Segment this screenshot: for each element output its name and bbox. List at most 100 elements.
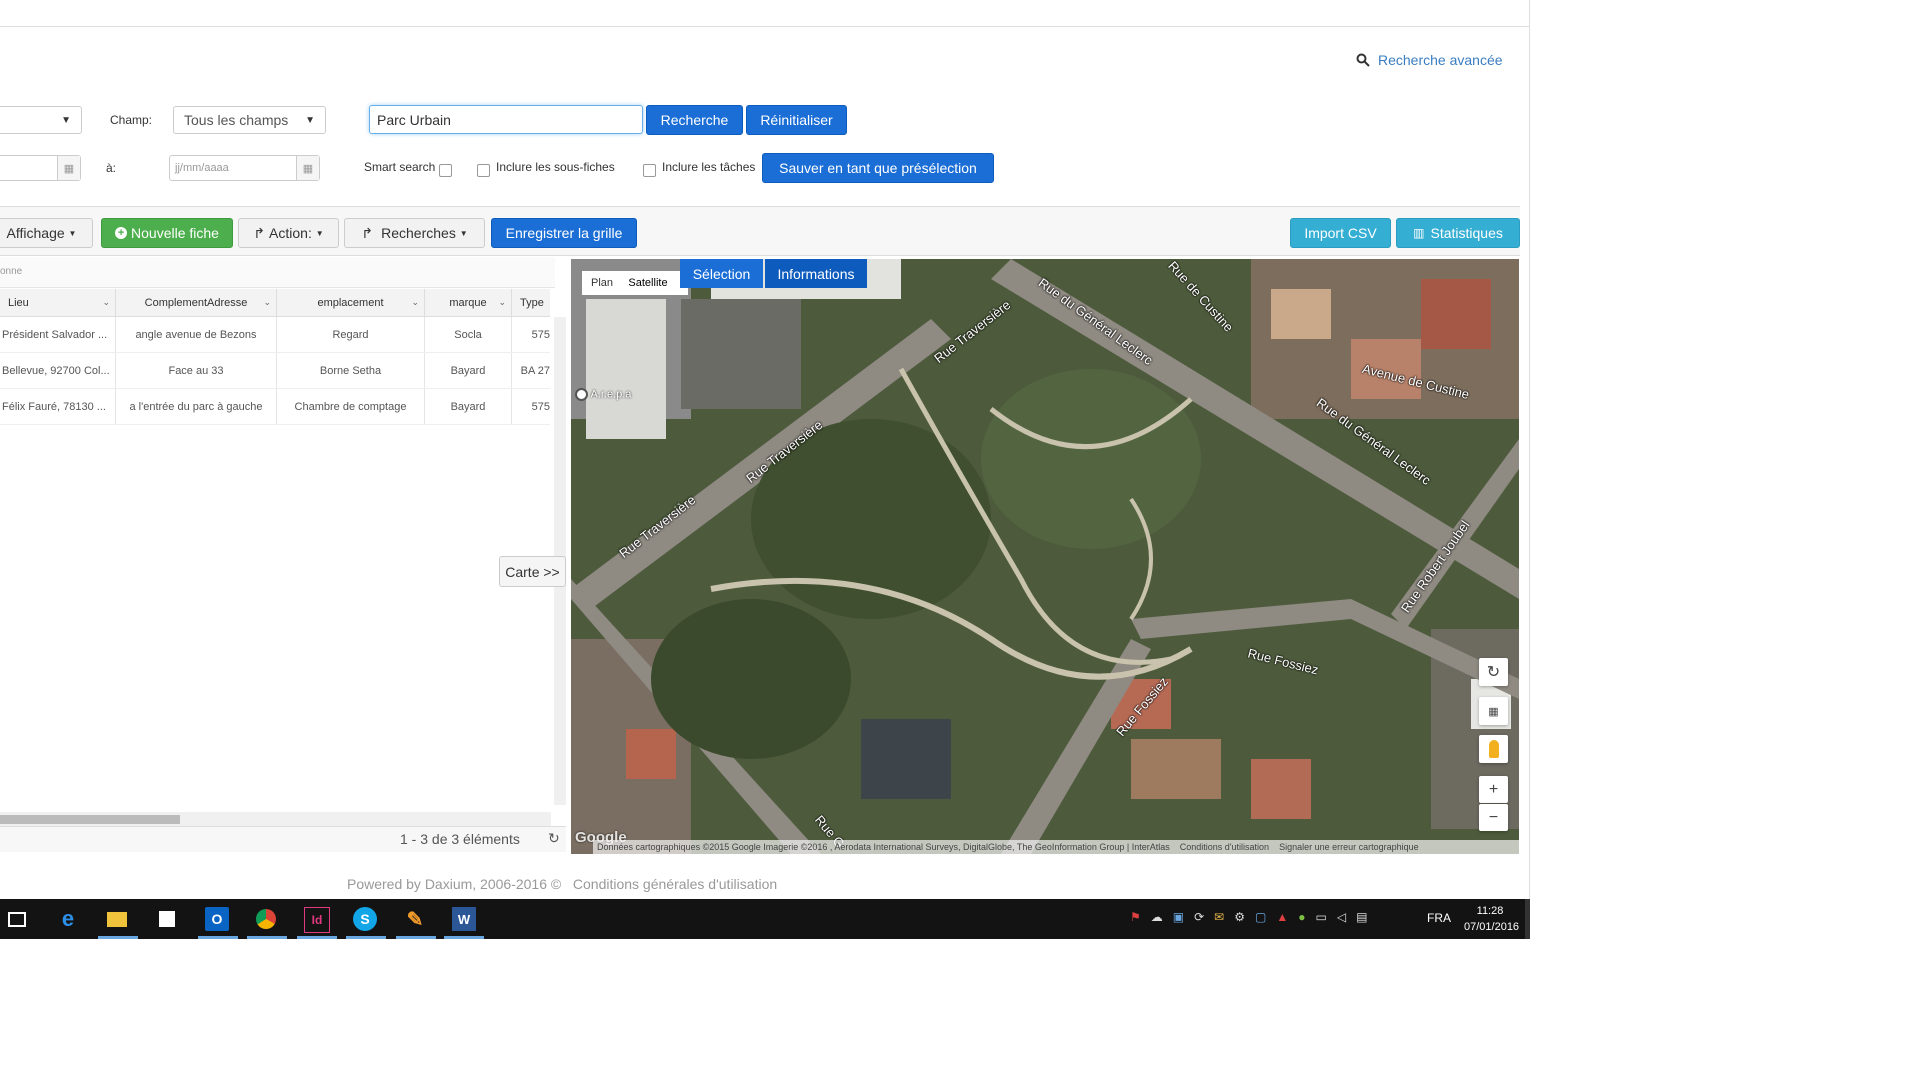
active-indicator (98, 936, 138, 939)
include-subforms-checkbox[interactable] (477, 164, 490, 177)
edge-icon[interactable]: e (56, 906, 80, 931)
sync-icon[interactable]: ⟳ (1194, 910, 1204, 924)
map-view[interactable]: Plan Satellite Sélection Informations A.… (571, 259, 1519, 854)
file-explorer-icon[interactable] (105, 907, 129, 931)
map-type-satellite[interactable]: Satellite (622, 271, 674, 295)
save-grid-button[interactable]: Enregistrer la grille (491, 218, 637, 248)
rotate-icon[interactable]: ↻ (1479, 658, 1508, 686)
chrome-icon[interactable] (254, 907, 278, 931)
import-csv-button[interactable]: Import CSV (1290, 218, 1391, 248)
acrobat-icon[interactable]: ▲ (1276, 910, 1288, 924)
refresh-icon[interactable]: ↻ (548, 830, 560, 847)
searches-menu-button[interactable]: ↱ Recherches ▼ (344, 218, 485, 248)
map-toggle-button[interactable]: Carte >> (499, 556, 566, 587)
smart-search-checkbox[interactable] (439, 164, 452, 177)
chevron-down-icon[interactable]: ⌄ (102, 297, 110, 308)
system-tray: ⚑ ☁ ▣ ⟳ ✉ ⚙ ▢ ▲ ● ▭ ◁ ▤ (1130, 910, 1367, 924)
tilt-icon[interactable]: ▦ (1479, 697, 1508, 725)
advanced-search-link[interactable]: Recherche avancée (1356, 52, 1503, 68)
caret-down-icon: ▼ (315, 228, 324, 238)
cell-emplacement: Chambre de comptage (277, 389, 425, 424)
action-label: Action: (269, 225, 312, 241)
cell-lieu: Bellevue, 92700 Col... (0, 353, 116, 388)
col-header-marque[interactable]: marque ⌄ (425, 289, 512, 316)
tray-flag-icon[interactable]: ⚑ (1130, 910, 1141, 924)
paint-icon[interactable]: ✎ (403, 907, 427, 931)
tray-leaf-icon[interactable]: ● (1298, 910, 1305, 924)
zoom-out-icon[interactable]: − (1479, 804, 1508, 831)
col-header-lieu[interactable]: Lieu ⌄ (0, 289, 116, 316)
notification-icon[interactable]: ▤ (1356, 910, 1367, 924)
date-from-field[interactable]: ▦ (0, 155, 81, 181)
calendar-icon[interactable]: ▦ (57, 156, 80, 180)
show-desktop-button[interactable] (1525, 899, 1530, 939)
cell-marque: Bayard (425, 389, 512, 424)
reset-button[interactable]: Réinitialiser (746, 105, 847, 135)
date-to-field[interactable]: jj/mm/aaaa ▦ (169, 155, 320, 181)
top-navbar (0, 0, 1530, 27)
date-to-label: à: (106, 161, 117, 175)
chevron-down-icon[interactable]: ⌄ (263, 297, 271, 308)
tray-tool-icon[interactable]: ⚙ (1234, 910, 1245, 924)
map-report-link[interactable]: Signaler une erreur cartographique (1279, 842, 1419, 852)
footer-terms-link[interactable]: Conditions générales d'utilisation (573, 876, 777, 892)
active-indicator (198, 936, 238, 939)
col-header-complement[interactable]: ComplementAdresse ⌄ (116, 289, 277, 316)
champ-value: Tous les champs (184, 112, 289, 128)
search-button[interactable]: Recherche (646, 105, 743, 135)
display-menu-button[interactable]: Affichage ▼ (0, 218, 93, 248)
mail-icon[interactable]: ✉ (1214, 910, 1224, 924)
skype-icon[interactable]: S (353, 907, 377, 931)
map-type-plan[interactable]: Plan (582, 271, 622, 295)
taskbar-clock[interactable]: 11:28 07/01/2016 (1464, 903, 1519, 935)
filter-select-left[interactable]: ▼ (0, 106, 82, 134)
map-terms-link[interactable]: Conditions d'utilisation (1180, 842, 1269, 852)
horizontal-scrollbar[interactable] (0, 812, 551, 826)
col-label: marque (449, 296, 487, 309)
caret-down-icon: ▼ (459, 228, 468, 238)
chevron-down-icon[interactable]: ⌄ (411, 297, 419, 308)
cell-complement: Face au 33 (116, 353, 277, 388)
tab-selection[interactable]: Sélection (680, 259, 763, 288)
map-attribution: Données cartographiques ©2015 Google Ima… (597, 842, 1170, 852)
grid-pager: 1 - 3 de 3 éléments ↻ (0, 826, 566, 852)
calendar-icon[interactable]: ▦ (296, 156, 319, 180)
cell-emplacement: Borne Setha (277, 353, 425, 388)
action-menu-button[interactable]: ↱ Action: ▼ (238, 218, 339, 248)
statistics-button[interactable]: ▥ Statistiques (1396, 218, 1520, 248)
save-preset-button[interactable]: Sauver en tant que présélection (762, 153, 994, 183)
table-row[interactable]: Bellevue, 92700 Col... Face au 33 Borne … (0, 353, 550, 389)
date-placeholder: jj/mm/aaaa (175, 162, 229, 174)
search-input[interactable]: Parc Urbain (369, 105, 643, 134)
word-icon[interactable]: W (452, 907, 476, 931)
new-record-button[interactable]: + Nouvelle fiche (101, 218, 233, 248)
col-header-emplacement[interactable]: emplacement ⌄ (277, 289, 425, 316)
include-tasks-checkbox[interactable] (643, 164, 656, 177)
tray-outlook-icon[interactable]: ▢ (1255, 910, 1266, 924)
include-tasks-label: Inclure les tâches (662, 160, 756, 174)
outlook-icon[interactable]: O (205, 907, 229, 931)
tab-informations[interactable]: Informations (765, 259, 867, 288)
cloud-icon[interactable]: ☁ (1151, 910, 1163, 924)
tray-app-icon[interactable]: ▣ (1173, 910, 1184, 924)
col-header-type[interactable]: Type (512, 289, 550, 316)
chevron-down-icon[interactable]: ⌄ (498, 297, 506, 308)
language-indicator[interactable]: FRA (1427, 911, 1451, 925)
network-icon[interactable]: ▭ (1315, 910, 1326, 924)
advanced-search-label: Recherche avancée (1378, 52, 1503, 68)
map-attribution-bar: Données cartographiques ©2015 Google Ima… (593, 840, 1519, 854)
store-icon[interactable] (155, 907, 179, 931)
table-row[interactable]: Président Salvador ... angle avenue de B… (0, 317, 550, 353)
col-label: ComplementAdresse (144, 296, 248, 309)
indesign-icon[interactable]: Id (304, 907, 330, 933)
table-row[interactable]: Félix Fauré, 78130 ... a l'entrée du par… (0, 389, 550, 425)
champ-select[interactable]: Tous les champs ▼ (173, 106, 326, 134)
zoom-in-icon[interactable]: + (1479, 776, 1508, 803)
task-view-icon[interactable] (5, 907, 29, 931)
active-indicator (297, 936, 337, 939)
col-label: Type (520, 296, 544, 309)
pegman-icon[interactable] (1479, 735, 1508, 763)
volume-icon[interactable]: ◁ (1337, 910, 1346, 924)
scrollbar-thumb[interactable] (0, 815, 180, 824)
caret-down-icon: ▼ (68, 228, 77, 238)
